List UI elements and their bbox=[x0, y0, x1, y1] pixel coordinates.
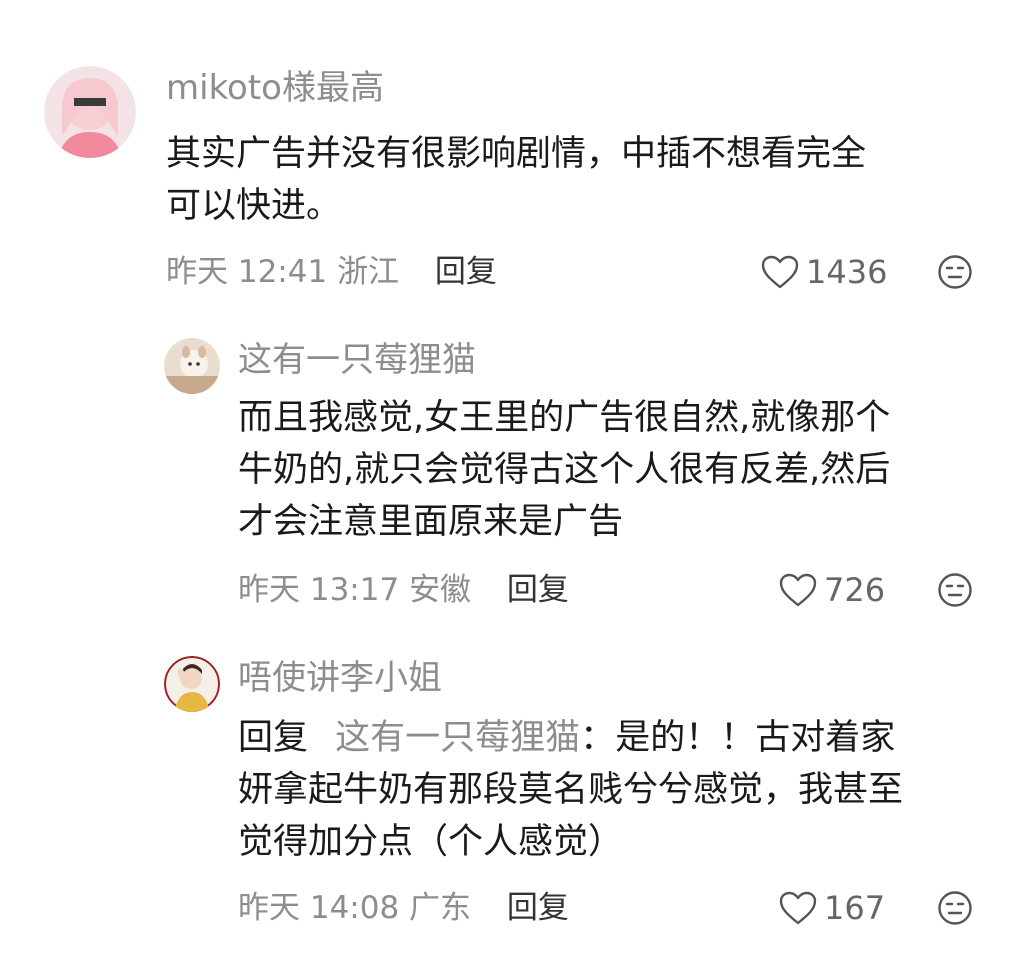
comment-meta: 昨天 13:17 安徽 回复 bbox=[238, 570, 569, 610]
reply-prefix: 回复 bbox=[238, 718, 309, 758]
reply-button[interactable]: 回复 bbox=[507, 572, 569, 608]
avatar-meilimao[interactable] bbox=[164, 338, 220, 394]
reply-button[interactable]: 回复 bbox=[507, 890, 569, 926]
heart-outline-icon bbox=[761, 255, 799, 289]
dislike-button[interactable] bbox=[937, 890, 973, 926]
text-line: 牛奶的,就只会觉得古这个人很有反差,然后 bbox=[238, 450, 891, 490]
comment-text: 而且我感觉,女王里的广告很自然,就像那个 牛奶的,就只会觉得古这个人很有反差,然… bbox=[238, 392, 1008, 548]
like-count: 167 bbox=[824, 889, 886, 927]
comment-text: 回复 这有一只莓狸猫：是的！！古对着家 妍拿起牛奶有那段莫名贱兮兮感觉，我甚至 … bbox=[238, 712, 1008, 868]
dislike-button[interactable] bbox=[937, 572, 973, 608]
comment-meta: 昨天 14:08 广东 回复 bbox=[238, 888, 569, 928]
text-line: 回复 这有一只莓狸猫：是的！！古对着家 bbox=[238, 712, 1008, 764]
comment-time: 昨天 13:17 bbox=[238, 572, 400, 608]
dislike-button[interactable] bbox=[937, 254, 973, 290]
avatar-mikoto[interactable] bbox=[44, 66, 136, 158]
reply-colon: ： bbox=[580, 718, 616, 758]
like-button[interactable]: 1436 bbox=[760, 252, 887, 292]
like-count: 1436 bbox=[806, 253, 888, 291]
text-line: 才会注意里面原来是广告 bbox=[238, 502, 624, 542]
heart-outline-icon bbox=[779, 891, 817, 925]
username[interactable]: mikoto様最高 bbox=[166, 68, 384, 108]
text-line: 其实广告并没有很影响剧情，中插不想看完全 bbox=[166, 134, 867, 174]
neutral-face-icon bbox=[938, 255, 972, 289]
text-line: 可以快进。 bbox=[166, 186, 342, 226]
reply-target-username[interactable]: 这有一只莓狸猫 bbox=[335, 718, 580, 758]
comment-time: 昨天 12:41 bbox=[166, 254, 328, 290]
neutral-face-icon bbox=[938, 891, 972, 925]
text-line: 觉得加分点（个人感觉） bbox=[238, 822, 624, 862]
text-segment: 是的！！古对着家 bbox=[615, 718, 896, 758]
text-line: 而且我感觉,女王里的广告很自然,就像那个 bbox=[238, 398, 891, 438]
heart-outline-icon bbox=[779, 573, 817, 607]
like-count: 726 bbox=[824, 571, 886, 609]
comment-location: 安徽 bbox=[409, 572, 472, 608]
text-line: 妍拿起牛奶有那段莫名贱兮兮感觉，我甚至 bbox=[238, 770, 904, 810]
comment-location: 广东 bbox=[409, 890, 472, 926]
comment-time: 昨天 14:08 bbox=[238, 890, 400, 926]
reply-button[interactable]: 回复 bbox=[435, 254, 497, 290]
comment-meta: 昨天 12:41 浙江 回复 bbox=[166, 252, 497, 292]
username[interactable]: 这有一只莓狸猫 bbox=[238, 340, 476, 380]
like-button[interactable]: 726 bbox=[778, 570, 885, 610]
username[interactable]: 唔使讲李小姐 bbox=[238, 658, 442, 698]
comment-location: 浙江 bbox=[337, 254, 400, 290]
neutral-face-icon bbox=[938, 573, 972, 607]
avatar-lixiaojie[interactable] bbox=[164, 656, 220, 712]
like-button[interactable]: 167 bbox=[778, 888, 885, 928]
comment-text: 其实广告并没有很影响剧情，中插不想看完全 可以快进。 bbox=[166, 128, 996, 232]
